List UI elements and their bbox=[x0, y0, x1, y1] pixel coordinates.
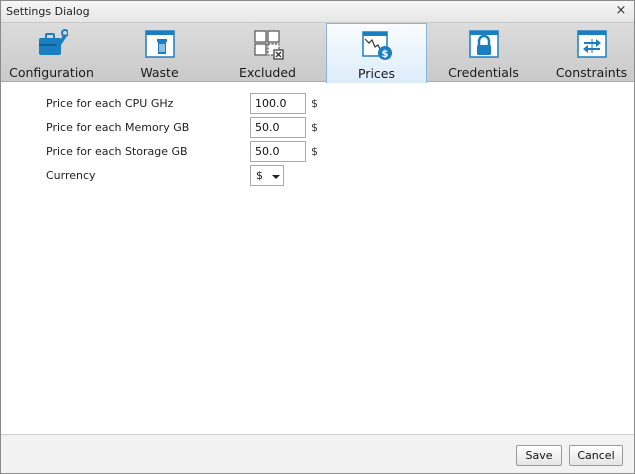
memory-price-row: Price for each Memory GB $ bbox=[1, 117, 634, 139]
title-bar: Settings Dialog × bbox=[1, 1, 634, 23]
tab-prices[interactable]: $ Prices bbox=[326, 23, 427, 83]
memory-price-label: Price for each Memory GB bbox=[46, 121, 190, 134]
close-button[interactable]: × bbox=[614, 3, 628, 19]
trash-window-icon bbox=[144, 30, 175, 58]
excluded-grid-icon bbox=[253, 30, 284, 60]
cpu-price-unit: $ bbox=[311, 97, 318, 110]
tab-label: Waste bbox=[140, 65, 179, 80]
memory-price-input[interactable] bbox=[250, 117, 306, 138]
tab-bar: Configuration Waste Excluded $ Prices Cr… bbox=[1, 23, 635, 83]
cpu-price-label: Price for each CPU GHz bbox=[46, 97, 174, 110]
tab-label: Excluded bbox=[239, 65, 296, 80]
svg-text:$: $ bbox=[381, 49, 388, 60]
cpu-price-row: Price for each CPU GHz $ bbox=[1, 93, 634, 115]
storage-price-input[interactable] bbox=[250, 141, 306, 162]
settings-dialog: Settings Dialog × Configuration Waste Ex… bbox=[0, 0, 635, 474]
prices-panel: Price for each CPU GHz $ Price for each … bbox=[1, 83, 634, 433]
tab-label: Constraints bbox=[555, 65, 628, 80]
tab-configuration[interactable]: Configuration bbox=[1, 23, 102, 82]
tab-waste[interactable]: Waste bbox=[109, 23, 210, 82]
storage-price-label: Price for each Storage GB bbox=[46, 145, 188, 158]
currency-row: Currency $ bbox=[1, 165, 634, 187]
memory-price-unit: $ bbox=[311, 121, 318, 134]
storage-price-row: Price for each Storage GB $ bbox=[1, 141, 634, 163]
storage-price-unit: $ bbox=[311, 145, 318, 158]
tab-constraints[interactable]: Constraints bbox=[541, 23, 635, 82]
tab-excluded[interactable]: Excluded bbox=[217, 23, 318, 82]
chevron-down-icon[interactable] bbox=[272, 175, 280, 179]
dialog-title: Settings Dialog bbox=[6, 5, 90, 18]
currency-value: $ bbox=[256, 169, 263, 182]
tab-label: Prices bbox=[357, 66, 395, 81]
toolbox-wrench-icon bbox=[38, 29, 68, 55]
tab-label: Configuration bbox=[9, 65, 94, 80]
padlock-icon bbox=[468, 30, 499, 58]
currency-select[interactable]: $ bbox=[250, 165, 284, 186]
constraints-arrows-icon bbox=[576, 30, 607, 58]
tab-credentials[interactable]: Credentials bbox=[433, 23, 534, 82]
dialog-footer: Save Cancel bbox=[1, 434, 634, 473]
price-chart-dollar-icon: $ bbox=[361, 31, 392, 60]
save-button[interactable]: Save bbox=[516, 445, 562, 466]
currency-label: Currency bbox=[46, 169, 96, 182]
tab-label: Credentials bbox=[448, 65, 519, 80]
cpu-price-input[interactable] bbox=[250, 93, 306, 114]
cancel-button[interactable]: Cancel bbox=[569, 445, 623, 466]
